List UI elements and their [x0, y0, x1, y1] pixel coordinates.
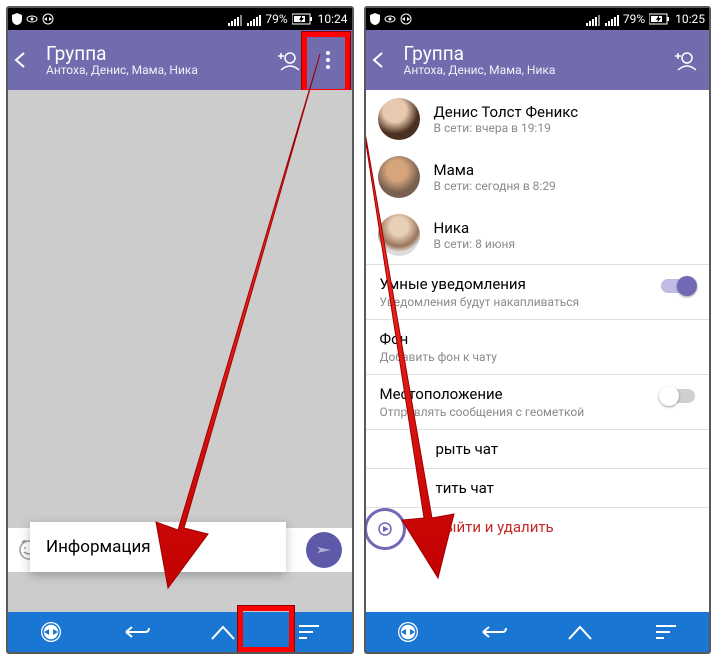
back-button[interactable]: [12, 51, 42, 69]
status-bar: 79% 10:25: [366, 8, 710, 30]
toggle-switch[interactable]: [661, 389, 695, 403]
chat-subtitle: Антоха, Денис, Мама, Ника: [404, 63, 666, 77]
setting-clear-chat[interactable]: тить чат: [366, 468, 710, 507]
back-button[interactable]: [370, 51, 400, 69]
signal-icon: [227, 12, 242, 26]
chat-subtitle: Антоха, Денис, Мама, Ника: [46, 63, 268, 77]
teamviewer-icon: [42, 13, 54, 25]
send-button[interactable]: [306, 532, 342, 568]
battery-icon: [292, 13, 314, 25]
avatar: [378, 156, 420, 198]
setting-background[interactable]: Фон Добавить фон к чату: [366, 319, 710, 374]
home-nav-button[interactable]: [565, 617, 595, 647]
chat-title: Группа: [404, 44, 666, 63]
eye-icon: [26, 13, 38, 25]
popup-menu-item[interactable]: Информация: [30, 522, 286, 572]
avatar: [378, 98, 420, 140]
app-header: Группа Антоха, Денис, Мама, Ника: [366, 30, 710, 90]
toggle-switch[interactable]: [661, 279, 695, 293]
list-item[interactable]: Денис Толст ФениксВ сети: вчера в 19:19: [366, 90, 710, 148]
back-nav-button[interactable]: [122, 617, 152, 647]
shield-icon: [370, 13, 380, 25]
chat-title: Группа: [46, 44, 268, 63]
send-record-button[interactable]: [366, 508, 406, 550]
list-item[interactable]: МамаВ сети: сегодня в 8:29: [366, 148, 710, 206]
signal-icon: [246, 12, 261, 26]
eye-icon: [384, 13, 396, 25]
signal-icon: [585, 12, 600, 26]
recent-nav-button[interactable]: [294, 617, 324, 647]
app-header: Группа Антоха, Денис, Мама, Ника: [8, 30, 352, 90]
phone-right: 79% 10:25 Группа Антоха, Денис, Мама, Ни…: [364, 6, 712, 654]
clock: 10:24: [318, 12, 348, 26]
teamviewer-nav-icon[interactable]: [393, 617, 423, 647]
shield-icon: [12, 13, 22, 25]
setting-location[interactable]: Местоположение Отправлять сообщения с ге…: [366, 374, 710, 429]
home-nav-button[interactable]: [208, 617, 238, 647]
setting-hide-chat[interactable]: рыть чат: [366, 429, 710, 468]
battery-percent: 79%: [265, 12, 287, 26]
setting-smart-notifications[interactable]: Умные уведомления Уведомления будут нака…: [366, 264, 710, 319]
signal-icon: [604, 12, 619, 26]
info-panel: Денис Толст ФениксВ сети: вчера в 19:19 …: [366, 90, 710, 612]
setting-leave-delete[interactable]: Выйти и удалить: [366, 507, 710, 546]
phone-left: 79% 10:24 Группа Антоха, Денис, Мама, Ни…: [6, 6, 354, 654]
add-member-button[interactable]: [665, 40, 705, 80]
nav-bar: [8, 612, 352, 652]
nav-bar: [366, 612, 710, 652]
highlight-box: [302, 32, 350, 94]
clock: 10:25: [675, 12, 705, 26]
battery-percent: 79%: [623, 12, 645, 26]
avatar: [378, 214, 420, 256]
status-bar: 79% 10:24: [8, 8, 352, 30]
highlight-box: [238, 606, 294, 652]
recent-nav-button[interactable]: [651, 617, 681, 647]
back-nav-button[interactable]: [479, 617, 509, 647]
chat-body: Напишите сообщение Информация: [8, 90, 352, 612]
list-item[interactable]: НикаВ сети: 8 июня: [366, 206, 710, 264]
teamviewer-nav-icon[interactable]: [36, 617, 66, 647]
teamviewer-icon: [400, 13, 412, 25]
battery-icon: [649, 13, 671, 25]
